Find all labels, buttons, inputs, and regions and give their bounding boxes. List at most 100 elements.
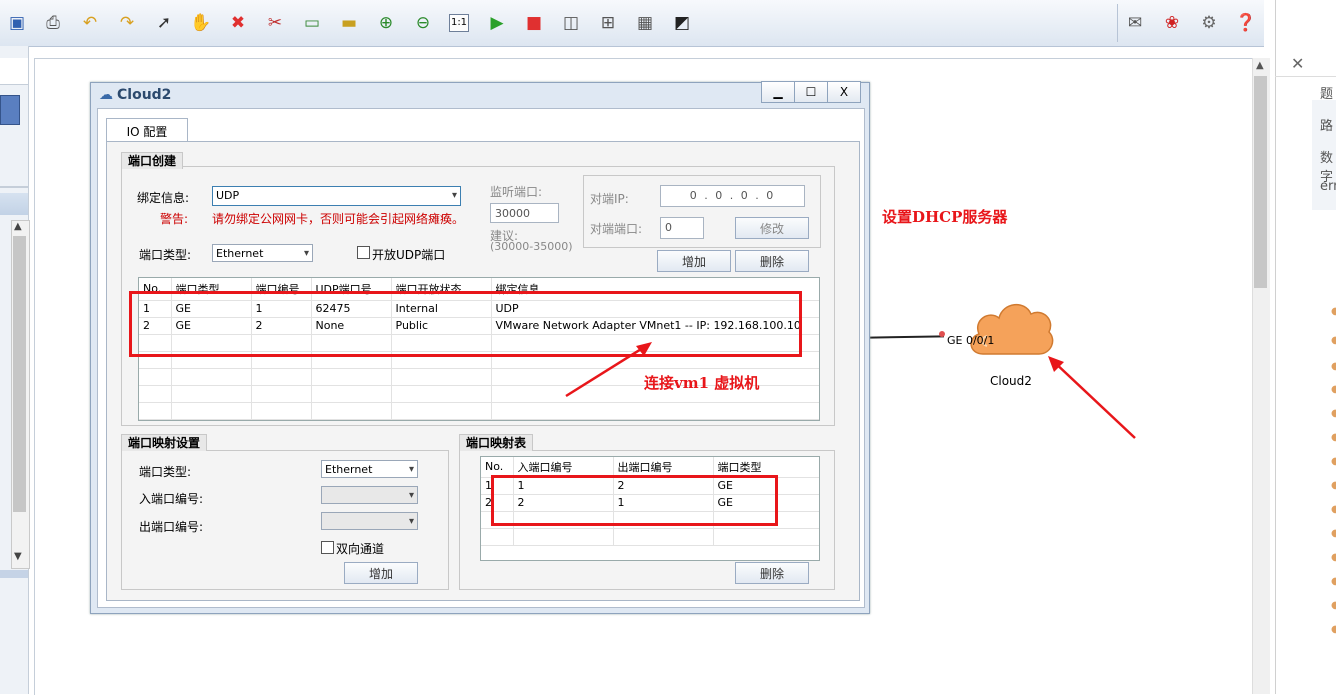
table-header-row: No. 入端口编号 出端口编号 端口类型 [481, 457, 819, 478]
suggest-range: (30000-35000) [490, 240, 573, 253]
table-row-empty [481, 528, 819, 546]
peer-port-input[interactable]: 0 [660, 217, 704, 239]
list-bullet: ● [1331, 552, 1336, 563]
peer-ip-label: 对端IP: [590, 192, 629, 206]
peer-port-label: 对端端口: [590, 222, 643, 236]
left-panel-scroll-thumb[interactable] [13, 236, 26, 512]
highlight-box-map-table [491, 475, 778, 526]
left-panel-divider [0, 186, 28, 188]
save-icon[interactable]: ▣ [6, 12, 28, 34]
open-udp-label: 开放UDP端口 [372, 248, 446, 262]
canvas-scroll-thumb[interactable] [1254, 76, 1267, 288]
hand-pan-icon[interactable]: ✋ [190, 12, 212, 34]
map-table-title: 端口映射表 [459, 434, 534, 451]
list-bullet: ● [1331, 576, 1336, 587]
map-type-label: 端口类型: [139, 465, 192, 479]
column-header: 出端口编号 [613, 457, 714, 478]
column-header: No. [481, 457, 514, 478]
huawei-logo-icon[interactable]: ❀ [1161, 12, 1183, 34]
right-panel-divider [1275, 76, 1336, 77]
vm-annotation: 连接vm1 虚拟机 [644, 374, 760, 392]
scroll-down-icon[interactable]: ▼ [14, 551, 22, 562]
listen-port-input[interactable]: 30000 [490, 203, 559, 223]
maximize-button[interactable]: ☐ [794, 81, 828, 103]
topology-icon[interactable]: ⊞ [597, 12, 619, 34]
chat-icon[interactable]: ✉ [1124, 12, 1146, 34]
in-port-select[interactable]: ▾ [321, 486, 418, 504]
delete-map-button[interactable]: 删除 [735, 562, 809, 584]
delete-port-button[interactable]: 删除 [735, 250, 809, 272]
chevron-down-icon: ▾ [408, 464, 414, 475]
in-port-label: 入端口编号: [139, 492, 204, 506]
peer-ip-input[interactable]: 0 . 0 . 0 . 0 [660, 185, 805, 207]
list-bullet: ● [1331, 306, 1336, 317]
toolbar-separator [1117, 4, 1118, 42]
device-icon[interactable] [0, 95, 20, 125]
settings-icon[interactable]: ⚙ [1198, 12, 1220, 34]
help-icon[interactable]: ❓ [1235, 12, 1257, 34]
undo-icon[interactable]: ↶ [79, 12, 101, 34]
chevron-down-icon: ▾ [408, 516, 414, 527]
list-bullet: ● [1331, 528, 1336, 539]
canvas-scroll-up-icon[interactable]: ▲ [1256, 60, 1264, 71]
map-type-select[interactable]: Ethernet ▾ [321, 460, 418, 478]
print-icon[interactable]: ⎙ [42, 12, 64, 34]
port-type-label: 端口类型: [139, 248, 192, 262]
right-panel-text-2: 路 [1320, 119, 1334, 134]
fit-1to1-icon[interactable]: 1:1 [449, 14, 469, 32]
main-toolbar: ▣ ⎙ ↶ ↷ ➚ ✋ ✖ ✂ ▭ ▬ ⊕ ⊖ 1:1 ▶ ■ ◫ ⊞ ▦ ◩ … [0, 0, 1264, 47]
chevron-down-icon: ▾ [408, 490, 414, 501]
dhcp-annotation: 设置DHCP服务器 [882, 208, 1008, 226]
right-panel-text-4: ern [1320, 179, 1336, 194]
list-bullet: ● [1331, 361, 1336, 372]
list-bullet: ● [1331, 600, 1336, 611]
port-create-title: 端口创建 [121, 152, 184, 169]
list-bullet: ● [1331, 456, 1336, 467]
warn-text: 请勿绑定公网网卡，否则可能会引起网络瘫痪。 [212, 212, 465, 226]
bind-label: 绑定信息: [137, 191, 190, 205]
add-map-button[interactable]: 增加 [344, 562, 418, 584]
list-bullet: ● [1331, 408, 1336, 419]
column-header: 端口类型 [713, 457, 819, 478]
left-panel-footer [0, 570, 28, 578]
capture-icon[interactable]: ◫ [560, 12, 582, 34]
chevron-down-icon: ▾ [451, 190, 457, 201]
warn-label: 警告: [160, 212, 189, 226]
left-panel-section-header [0, 193, 28, 215]
port-map-title: 端口映射设置 [121, 434, 208, 451]
close-icon[interactable]: ✕ [1291, 54, 1304, 73]
text-note-icon[interactable]: ▭ [301, 12, 323, 34]
listen-label: 监听端口: [490, 185, 543, 199]
modify-button[interactable]: 修改 [735, 217, 809, 239]
stop-icon[interactable]: ■ [523, 12, 545, 34]
port-label: GE 0/0/1 [947, 334, 995, 347]
rectangle-icon[interactable]: ▬ [338, 12, 360, 34]
minimize-button[interactable]: ▁ [761, 81, 795, 103]
cloud-label[interactable]: Cloud2 [990, 374, 1032, 388]
bidir-label: 双向通道 [336, 542, 385, 556]
dialog-title: Cloud2 [117, 87, 172, 103]
chevron-down-icon: ▾ [303, 248, 309, 259]
start-icon[interactable]: ▶ [486, 12, 508, 34]
delete-link-icon[interactable]: ✂ [264, 12, 286, 34]
right-panel-text-1: 题 [1320, 87, 1334, 102]
scroll-up-icon[interactable]: ▲ [14, 221, 22, 232]
dialog-close-button[interactable]: X [827, 81, 861, 103]
zoom-in-icon[interactable]: ⊕ [375, 12, 397, 34]
list-bullet: ● [1331, 480, 1336, 491]
select-pointer-icon[interactable]: ➚ [153, 12, 175, 34]
add-port-button[interactable]: 增加 [657, 250, 731, 272]
redo-icon[interactable]: ↷ [116, 12, 138, 34]
port-type-select[interactable]: Ethernet ▾ [212, 244, 313, 262]
tab-io-config[interactable]: IO 配置 [106, 118, 188, 143]
bidir-checkbox[interactable] [321, 541, 334, 554]
list-bullet: ● [1331, 432, 1336, 443]
zoom-out-icon[interactable]: ⊖ [412, 12, 434, 34]
open-udp-checkbox[interactable] [357, 246, 370, 259]
grid-icon[interactable]: ▦ [634, 12, 656, 34]
bind-select[interactable]: UDP ▾ [212, 186, 461, 206]
delete-icon[interactable]: ✖ [227, 12, 249, 34]
table-row-empty [139, 402, 819, 420]
out-port-select[interactable]: ▾ [321, 512, 418, 530]
screenshot-icon[interactable]: ◩ [671, 12, 693, 34]
